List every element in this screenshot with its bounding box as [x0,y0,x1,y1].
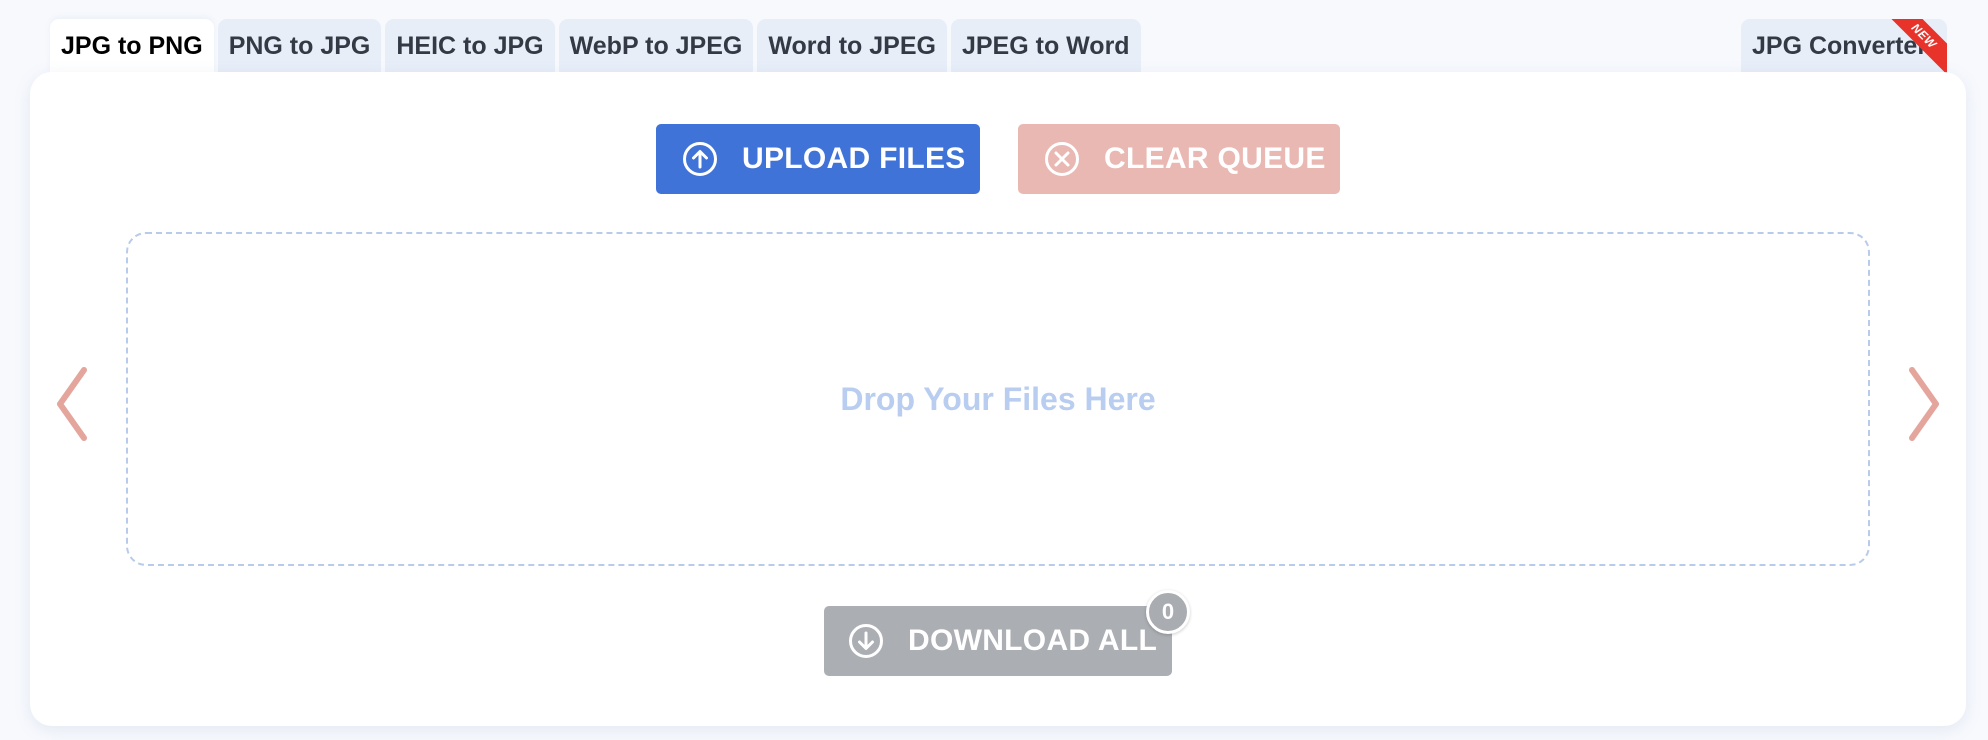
clear-queue-button[interactable]: CLEAR QUEUE [1018,124,1340,194]
x-circle-icon [1045,142,1079,176]
arrow-up-circle-icon [683,142,717,176]
clear-queue-label: CLEAR QUEUE [1104,142,1326,175]
converter-tabs: JPG to PNG PNG to JPG HEIC to JPG WebP t… [50,19,1141,73]
tab-jpg-converter-label: JPG Converter [1752,31,1928,60]
arrow-down-circle-icon [849,624,883,658]
dropzone-text: Drop Your Files Here [840,380,1156,417]
file-dropzone[interactable]: Drop Your Files Here [126,232,1870,566]
download-all-button[interactable]: DOWNLOAD ALL [824,606,1172,676]
upload-files-button[interactable]: UPLOAD FILES [656,124,980,194]
tab-word-to-jpeg[interactable]: Word to JPEG [757,19,947,73]
tab-png-to-jpg[interactable]: PNG to JPG [217,19,382,73]
upload-files-label: UPLOAD FILES [742,142,966,175]
tab-webp-to-jpeg[interactable]: WebP to JPEG [558,19,754,73]
download-all-label: DOWNLOAD ALL [908,624,1158,657]
chevron-left-icon[interactable] [50,364,94,444]
download-count-badge: 0 [1146,590,1190,634]
chevron-right-icon[interactable] [1902,364,1946,444]
tab-heic-to-jpg[interactable]: HEIC to JPG [385,19,555,73]
tab-jpg-to-png[interactable]: JPG to PNG [50,19,214,73]
converter-page: JPG to PNG PNG to JPG HEIC to JPG WebP t… [0,0,1988,740]
tab-jpeg-to-word[interactable]: JPEG to Word [950,19,1141,73]
converter-card: UPLOAD FILES CLEAR QUEUE Drop Your Files… [30,72,1966,726]
tab-jpg-converter[interactable]: JPG Converter NEW [1741,19,1947,73]
